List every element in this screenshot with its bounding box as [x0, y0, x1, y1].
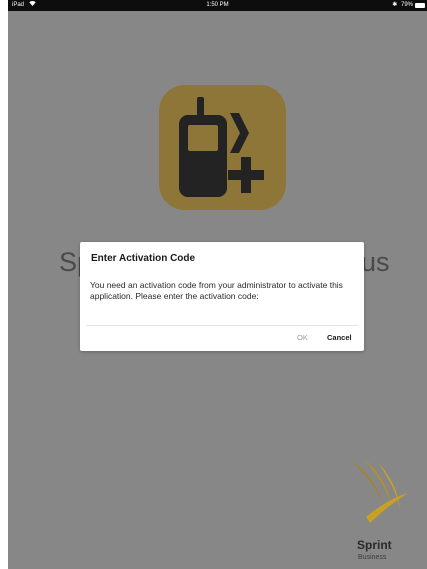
app-logo-icon — [159, 85, 286, 210]
cancel-button[interactable]: Cancel — [327, 333, 352, 342]
ok-button[interactable]: OK — [297, 333, 308, 342]
status-battery: ✱ 79% — [392, 0, 413, 11]
dialog-title: Enter Activation Code — [91, 253, 196, 264]
activation-dialog: Enter Activation Code You need an activa… — [80, 242, 364, 351]
brand-subtitle: Business — [358, 554, 387, 561]
app-title-right: us — [361, 247, 390, 277]
dialog-message: You need an activation code from your ad… — [90, 280, 343, 301]
battery-icon — [415, 3, 425, 8]
screen: iPad 1:50 PM ✱ 79% Sp us Sprint Business… — [0, 0, 427, 569]
bluetooth-icon: ✱ — [392, 2, 398, 8]
brand-name: Sprint — [357, 538, 392, 552]
status-bar: iPad 1:50 PM ✱ 79% — [8, 0, 427, 11]
battery-percent: 79% — [400, 2, 413, 8]
dialog-divider — [86, 325, 358, 326]
status-time: 1:50 PM — [206, 2, 229, 8]
